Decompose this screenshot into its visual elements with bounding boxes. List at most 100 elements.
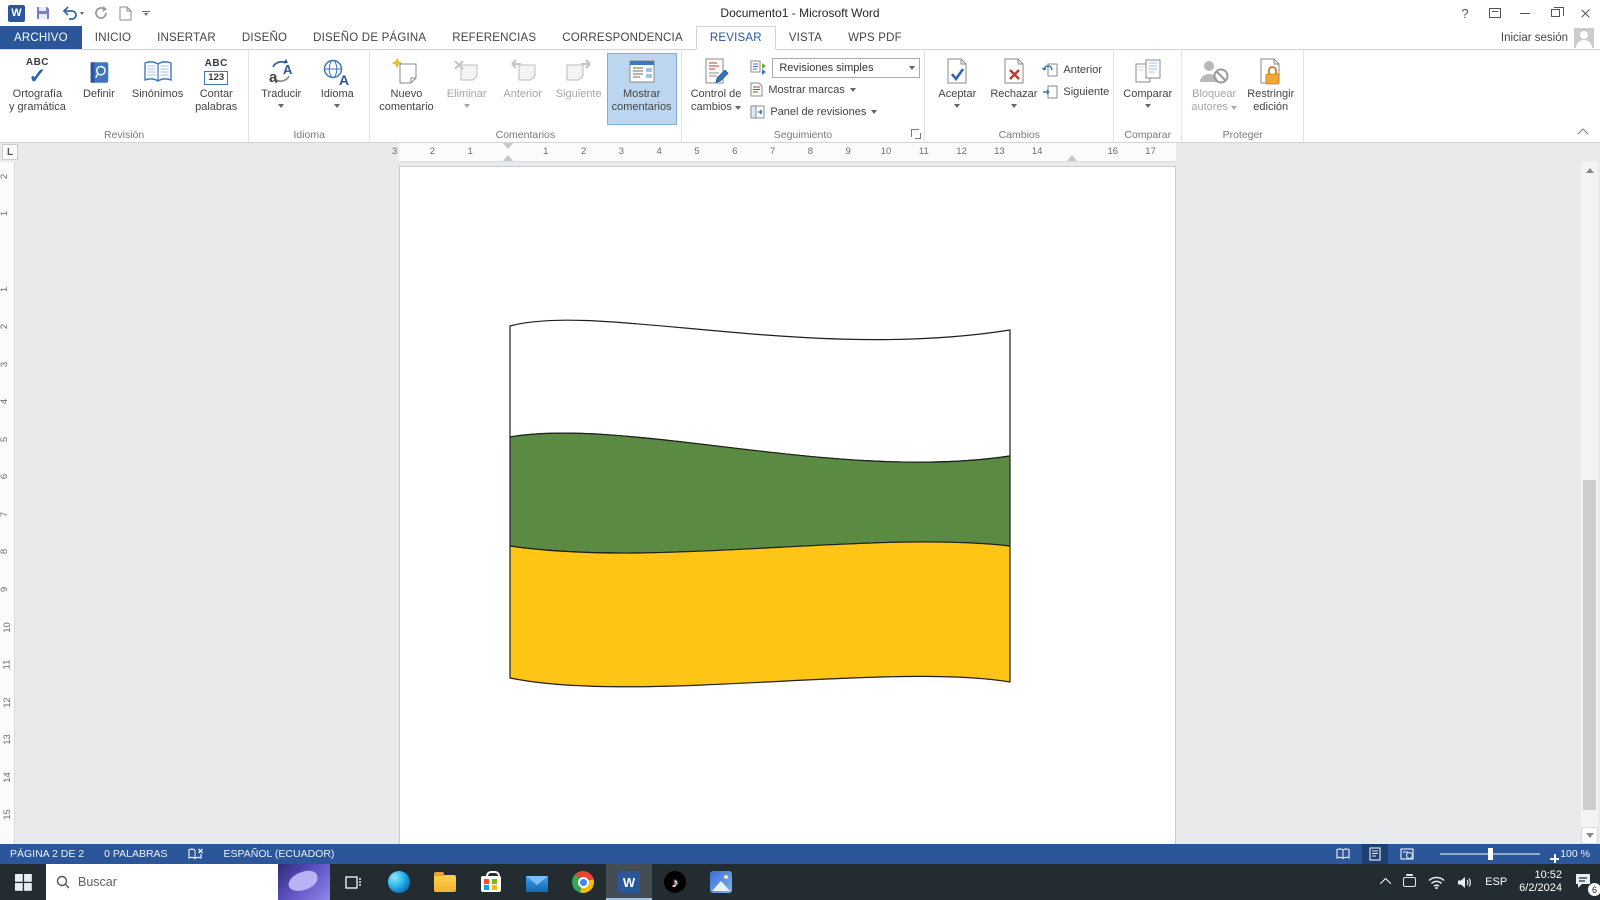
help-icon[interactable]: ? <box>1450 0 1480 26</box>
previous-change-button[interactable]: Anterior <box>1042 59 1109 80</box>
reject-button[interactable]: Rechazar <box>985 53 1042 125</box>
hanging-indent-marker[interactable] <box>503 155 513 161</box>
title-bar: W Documento1 - Microsoft Word ? <box>0 0 1600 26</box>
chrome-icon[interactable] <box>560 864 606 900</box>
translate-dropdown-icon <box>278 104 284 108</box>
block-authors-button[interactable]: Bloquear autores <box>1186 53 1242 125</box>
close-icon[interactable] <box>1570 0 1600 26</box>
tab-diseno-de-pagina[interactable]: DISEÑO DE PÁGINA <box>300 26 439 49</box>
clock[interactable]: 10:52 6/2/2024 <box>1519 869 1562 895</box>
redo-icon[interactable] <box>94 3 109 23</box>
customize-qat-icon[interactable] <box>142 3 150 23</box>
tray-chevron-icon[interactable] <box>1380 878 1391 889</box>
ribbon-revisar: ABC✓ Ortografíay gramática Definir Sinón… <box>0 50 1600 143</box>
tab-revisar[interactable]: REVISAR <box>696 26 776 50</box>
language-indicator[interactable]: ESPAÑOL (ECUADOR) <box>214 844 345 864</box>
tiktok-icon[interactable]: ♪ <box>652 864 698 900</box>
reviewing-pane-button[interactable]: Panel de revisiones <box>750 101 920 122</box>
sign-in[interactable]: Iniciar sesión <box>1501 26 1594 50</box>
show-comments-button[interactable]: Mostrarcomentarios <box>607 53 677 125</box>
block-authors-icon <box>1198 56 1230 88</box>
group-proteger: Bloquear autores Restringiredición Prote… <box>1182 50 1304 142</box>
delete-comment-button[interactable]: Eliminar <box>439 53 495 125</box>
save-icon[interactable] <box>35 3 51 23</box>
collapse-ribbon-icon[interactable] <box>1576 128 1590 138</box>
group-idioma: a A Traducir A Idioma Idioma <box>249 50 370 142</box>
tab-archivo[interactable]: ARCHIVO <box>0 26 82 49</box>
task-view-icon[interactable] <box>330 864 376 900</box>
search-input[interactable]: Buscar <box>46 864 330 900</box>
previous-comment-button[interactable]: Anterior <box>495 53 551 125</box>
first-line-indent-marker[interactable] <box>503 143 513 149</box>
ruler-mark: 8 <box>808 146 813 157</box>
zoom-level[interactable]: 100 % <box>1560 848 1596 860</box>
spelling-grammar-button[interactable]: ABC✓ Ortografíay gramática <box>4 53 71 125</box>
print-layout-icon[interactable] <box>1362 844 1388 864</box>
web-layout-icon[interactable] <box>1394 844 1420 864</box>
microsoft-store-icon[interactable] <box>468 864 514 900</box>
translate-button[interactable]: a A Traducir <box>253 53 309 125</box>
ribbon-display-options-icon[interactable] <box>1480 0 1510 26</box>
language-button[interactable]: A Idioma <box>309 53 365 125</box>
edge-icon[interactable] <box>376 864 422 900</box>
page-indicator[interactable]: PÁGINA 2 DE 2 <box>0 844 94 864</box>
ruler-mark: 12 <box>2 697 13 708</box>
tab-vista[interactable]: VISTA <box>776 26 835 49</box>
scroll-down-icon[interactable] <box>1581 827 1598 844</box>
display-for-review-select[interactable]: Revisiones simples <box>772 58 920 78</box>
word-app-icon[interactable]: W <box>8 3 25 23</box>
flag-drawing[interactable] <box>508 300 1012 700</box>
scroll-up-icon[interactable] <box>1581 162 1598 179</box>
new-comment-button[interactable]: Nuevocomentario <box>374 53 438 125</box>
tab-insertar[interactable]: INSERTAR <box>144 26 229 49</box>
tab-referencias[interactable]: REFERENCIAS <box>439 26 549 49</box>
svg-text:A: A <box>283 62 293 77</box>
photos-icon[interactable] <box>698 864 744 900</box>
word-count-indicator[interactable]: 0 PALABRAS <box>94 844 177 864</box>
restore-icon[interactable] <box>1540 0 1570 26</box>
read-mode-icon[interactable] <box>1330 844 1356 864</box>
tab-diseno[interactable]: DISEÑO <box>229 26 300 49</box>
tab-correspondencia[interactable]: CORRESPONDENCIA <box>549 26 696 49</box>
new-document-icon[interactable] <box>119 3 132 23</box>
compare-icon <box>1133 56 1163 88</box>
thesaurus-button[interactable]: Sinónimos <box>127 53 188 125</box>
undo-icon[interactable] <box>61 3 84 23</box>
start-button[interactable] <box>0 864 46 900</box>
right-indent-marker[interactable] <box>1067 155 1077 161</box>
zoom-slider-thumb[interactable] <box>1488 848 1493 860</box>
next-comment-button[interactable]: Siguiente <box>551 53 607 125</box>
tray-device-icon[interactable] <box>1403 877 1416 887</box>
accept-button[interactable]: Aceptar <box>929 53 985 125</box>
show-markup-button[interactable]: Mostrar marcas <box>750 79 920 100</box>
ruler-mark: 11 <box>919 146 929 157</box>
ruler-mark: 2 <box>0 174 10 179</box>
flag-stripe-yellow <box>510 542 1010 687</box>
word-taskbar-icon[interactable]: W <box>606 864 652 900</box>
minimize-icon[interactable] <box>1510 0 1540 26</box>
zoom-slider[interactable] <box>1440 853 1540 855</box>
ruler-mark: 2 <box>0 324 10 329</box>
file-explorer-icon[interactable] <box>422 864 468 900</box>
action-center-icon[interactable]: 6 <box>1574 872 1594 892</box>
reviewing-pane-dropdown-icon <box>871 110 877 114</box>
tab-selector[interactable]: L <box>2 144 18 160</box>
mail-icon[interactable] <box>514 864 560 900</box>
language-tray[interactable]: ESP <box>1485 876 1507 888</box>
status-bar: PÁGINA 2 DE 2 0 PALABRAS ESPAÑOL (ECUADO… <box>0 844 1600 864</box>
tab-wps-pdf[interactable]: WPS PDF <box>835 26 915 49</box>
wifi-icon[interactable] <box>1428 876 1445 889</box>
scrollbar-thumb[interactable] <box>1583 480 1596 810</box>
ruler-mark: 4 <box>0 399 10 404</box>
compare-button[interactable]: Comparar <box>1118 53 1177 125</box>
proofing-errors-icon[interactable] <box>178 844 214 864</box>
track-changes-button[interactable]: Control de cambios <box>686 53 747 125</box>
volume-icon[interactable] <box>1457 876 1473 889</box>
ruler-mark: 2 <box>430 146 435 157</box>
word-count-button[interactable]: ABC123 Contarpalabras <box>188 53 244 125</box>
next-change-button[interactable]: Siguiente <box>1042 81 1109 102</box>
restrict-editing-button[interactable]: Restringiredición <box>1242 53 1299 125</box>
tab-inicio[interactable]: INICIO <box>82 26 144 49</box>
define-button[interactable]: Definir <box>71 53 127 125</box>
new-comment-icon <box>391 56 421 88</box>
